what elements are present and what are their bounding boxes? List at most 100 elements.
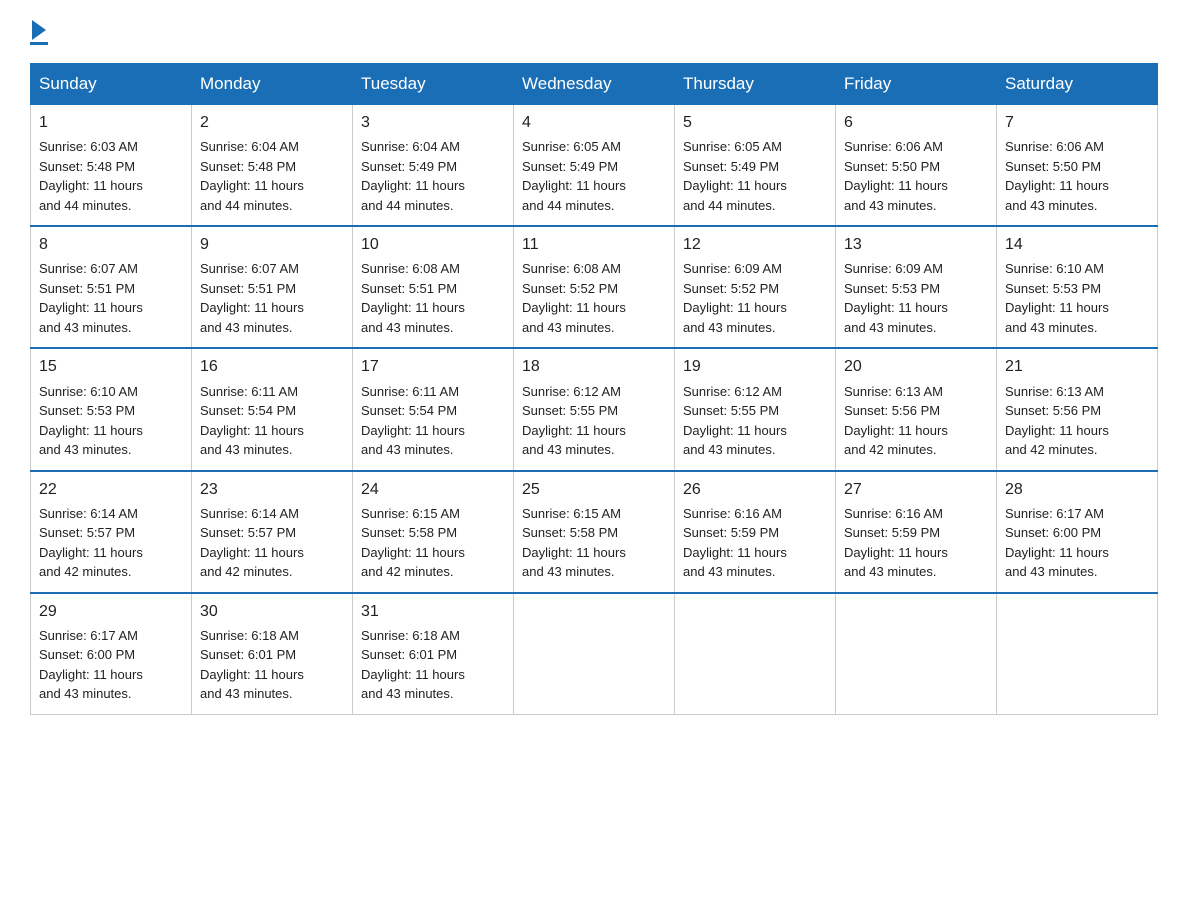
- calendar-cell: 12 Sunrise: 6:09 AMSunset: 5:52 PMDayligh…: [675, 226, 836, 348]
- day-number: 14: [1005, 233, 1149, 256]
- calendar-header-saturday: Saturday: [997, 64, 1158, 105]
- day-info: Sunrise: 6:15 AMSunset: 5:58 PMDaylight:…: [522, 504, 666, 582]
- calendar-table: SundayMondayTuesdayWednesdayThursdayFrid…: [30, 63, 1158, 715]
- day-number: 7: [1005, 111, 1149, 134]
- logo-underline: [30, 42, 48, 45]
- calendar-cell: 15 Sunrise: 6:10 AMSunset: 5:53 PMDayligh…: [31, 348, 192, 470]
- day-info: Sunrise: 6:14 AMSunset: 5:57 PMDaylight:…: [200, 504, 344, 582]
- day-number: 11: [522, 233, 666, 256]
- calendar-cell: 16 Sunrise: 6:11 AMSunset: 5:54 PMDayligh…: [192, 348, 353, 470]
- page-header: [30, 20, 1158, 45]
- day-number: 9: [200, 233, 344, 256]
- calendar-cell: 27Sunrise: 6:16 AMSunset: 5:59 PMDayligh…: [836, 471, 997, 593]
- calendar-cell: [997, 593, 1158, 715]
- day-info: Sunrise: 6:12 AMSunset: 5:55 PMDaylight:…: [522, 382, 666, 460]
- day-info: Sunrise: 6:18 AMSunset: 6:01 PMDaylight:…: [200, 626, 344, 704]
- day-number: 24: [361, 478, 505, 501]
- day-number: 8: [39, 233, 183, 256]
- calendar-cell: 31 Sunrise: 6:18 AMSunset: 6:01 PMDayligh…: [353, 593, 514, 715]
- day-info: Sunrise: 6:11 AMSunset: 5:54 PMDaylight:…: [200, 382, 344, 460]
- day-info: Sunrise: 6:10 AMSunset: 5:53 PMDaylight:…: [1005, 259, 1149, 337]
- calendar-header-monday: Monday: [192, 64, 353, 105]
- day-info: Sunrise: 6:16 AMSunset: 5:59 PMDaylight:…: [844, 504, 988, 582]
- calendar-cell: 11Sunrise: 6:08 AMSunset: 5:52 PMDayligh…: [514, 226, 675, 348]
- day-info: Sunrise: 6:18 AMSunset: 6:01 PMDaylight:…: [361, 626, 505, 704]
- calendar-cell: 13 Sunrise: 6:09 AMSunset: 5:53 PMDayligh…: [836, 226, 997, 348]
- day-number: 25: [522, 478, 666, 501]
- calendar-cell: 22 Sunrise: 6:14 AMSunset: 5:57 PMDayligh…: [31, 471, 192, 593]
- calendar-cell: 30Sunrise: 6:18 AMSunset: 6:01 PMDayligh…: [192, 593, 353, 715]
- day-number: 4: [522, 111, 666, 134]
- calendar-cell: 19Sunrise: 6:12 AMSunset: 5:55 PMDayligh…: [675, 348, 836, 470]
- day-number: 3: [361, 111, 505, 134]
- calendar-cell: 3 Sunrise: 6:04 AMSunset: 5:49 PMDaylight…: [353, 105, 514, 227]
- calendar-cell: 17Sunrise: 6:11 AMSunset: 5:54 PMDayligh…: [353, 348, 514, 470]
- day-number: 29: [39, 600, 183, 623]
- calendar-week-row: 15 Sunrise: 6:10 AMSunset: 5:53 PMDayligh…: [31, 348, 1158, 470]
- calendar-cell: 21 Sunrise: 6:13 AMSunset: 5:56 PMDayligh…: [997, 348, 1158, 470]
- day-number: 15: [39, 355, 183, 378]
- day-number: 19: [683, 355, 827, 378]
- day-number: 6: [844, 111, 988, 134]
- day-number: 10: [361, 233, 505, 256]
- calendar-cell: 6 Sunrise: 6:06 AMSunset: 5:50 PMDaylight…: [836, 105, 997, 227]
- day-info: Sunrise: 6:16 AMSunset: 5:59 PMDaylight:…: [683, 504, 827, 582]
- calendar-cell: 2 Sunrise: 6:04 AMSunset: 5:48 PMDaylight…: [192, 105, 353, 227]
- day-number: 1: [39, 111, 183, 134]
- calendar-header-thursday: Thursday: [675, 64, 836, 105]
- logo-arrow-icon: [32, 20, 46, 40]
- calendar-week-row: 1 Sunrise: 6:03 AMSunset: 5:48 PMDaylight…: [31, 105, 1158, 227]
- calendar-cell: 29 Sunrise: 6:17 AMSunset: 6:00 PMDayligh…: [31, 593, 192, 715]
- day-number: 22: [39, 478, 183, 501]
- day-number: 28: [1005, 478, 1149, 501]
- day-number: 12: [683, 233, 827, 256]
- day-info: Sunrise: 6:04 AMSunset: 5:49 PMDaylight:…: [361, 137, 505, 215]
- calendar-cell: [675, 593, 836, 715]
- calendar-cell: 20 Sunrise: 6:13 AMSunset: 5:56 PMDayligh…: [836, 348, 997, 470]
- calendar-cell: 18 Sunrise: 6:12 AMSunset: 5:55 PMDayligh…: [514, 348, 675, 470]
- day-number: 16: [200, 355, 344, 378]
- day-number: 31: [361, 600, 505, 623]
- calendar-cell: [514, 593, 675, 715]
- day-number: 2: [200, 111, 344, 134]
- calendar-cell: 4 Sunrise: 6:05 AMSunset: 5:49 PMDaylight…: [514, 105, 675, 227]
- day-number: 20: [844, 355, 988, 378]
- calendar-cell: 10 Sunrise: 6:08 AMSunset: 5:51 PMDayligh…: [353, 226, 514, 348]
- day-info: Sunrise: 6:07 AMSunset: 5:51 PMDaylight:…: [200, 259, 344, 337]
- day-info: Sunrise: 6:10 AMSunset: 5:53 PMDaylight:…: [39, 382, 183, 460]
- day-number: 23: [200, 478, 344, 501]
- day-info: Sunrise: 6:06 AMSunset: 5:50 PMDaylight:…: [844, 137, 988, 215]
- calendar-cell: 7Sunrise: 6:06 AMSunset: 5:50 PMDaylight…: [997, 105, 1158, 227]
- day-info: Sunrise: 6:17 AMSunset: 6:00 PMDaylight:…: [39, 626, 183, 704]
- calendar-cell: 24Sunrise: 6:15 AMSunset: 5:58 PMDayligh…: [353, 471, 514, 593]
- day-number: 26: [683, 478, 827, 501]
- calendar-cell: 25 Sunrise: 6:15 AMSunset: 5:58 PMDayligh…: [514, 471, 675, 593]
- day-info: Sunrise: 6:13 AMSunset: 5:56 PMDaylight:…: [1005, 382, 1149, 460]
- calendar-header-row: SundayMondayTuesdayWednesdayThursdayFrid…: [31, 64, 1158, 105]
- calendar-header-tuesday: Tuesday: [353, 64, 514, 105]
- day-info: Sunrise: 6:09 AMSunset: 5:53 PMDaylight:…: [844, 259, 988, 337]
- day-number: 13: [844, 233, 988, 256]
- day-info: Sunrise: 6:05 AMSunset: 5:49 PMDaylight:…: [683, 137, 827, 215]
- day-number: 21: [1005, 355, 1149, 378]
- calendar-week-row: 8 Sunrise: 6:07 AMSunset: 5:51 PMDaylight…: [31, 226, 1158, 348]
- calendar-header-friday: Friday: [836, 64, 997, 105]
- day-number: 17: [361, 355, 505, 378]
- day-info: Sunrise: 6:14 AMSunset: 5:57 PMDaylight:…: [39, 504, 183, 582]
- logo: [30, 20, 48, 45]
- day-info: Sunrise: 6:05 AMSunset: 5:49 PMDaylight:…: [522, 137, 666, 215]
- day-info: Sunrise: 6:09 AMSunset: 5:52 PMDaylight:…: [683, 259, 827, 337]
- calendar-cell: 28 Sunrise: 6:17 AMSunset: 6:00 PMDayligh…: [997, 471, 1158, 593]
- calendar-cell: 26 Sunrise: 6:16 AMSunset: 5:59 PMDayligh…: [675, 471, 836, 593]
- day-number: 18: [522, 355, 666, 378]
- day-info: Sunrise: 6:08 AMSunset: 5:51 PMDaylight:…: [361, 259, 505, 337]
- calendar-cell: 9 Sunrise: 6:07 AMSunset: 5:51 PMDaylight…: [192, 226, 353, 348]
- calendar-cell: 1 Sunrise: 6:03 AMSunset: 5:48 PMDaylight…: [31, 105, 192, 227]
- day-info: Sunrise: 6:04 AMSunset: 5:48 PMDaylight:…: [200, 137, 344, 215]
- calendar-week-row: 29 Sunrise: 6:17 AMSunset: 6:00 PMDayligh…: [31, 593, 1158, 715]
- day-info: Sunrise: 6:03 AMSunset: 5:48 PMDaylight:…: [39, 137, 183, 215]
- day-info: Sunrise: 6:07 AMSunset: 5:51 PMDaylight:…: [39, 259, 183, 337]
- day-info: Sunrise: 6:17 AMSunset: 6:00 PMDaylight:…: [1005, 504, 1149, 582]
- day-number: 5: [683, 111, 827, 134]
- day-info: Sunrise: 6:13 AMSunset: 5:56 PMDaylight:…: [844, 382, 988, 460]
